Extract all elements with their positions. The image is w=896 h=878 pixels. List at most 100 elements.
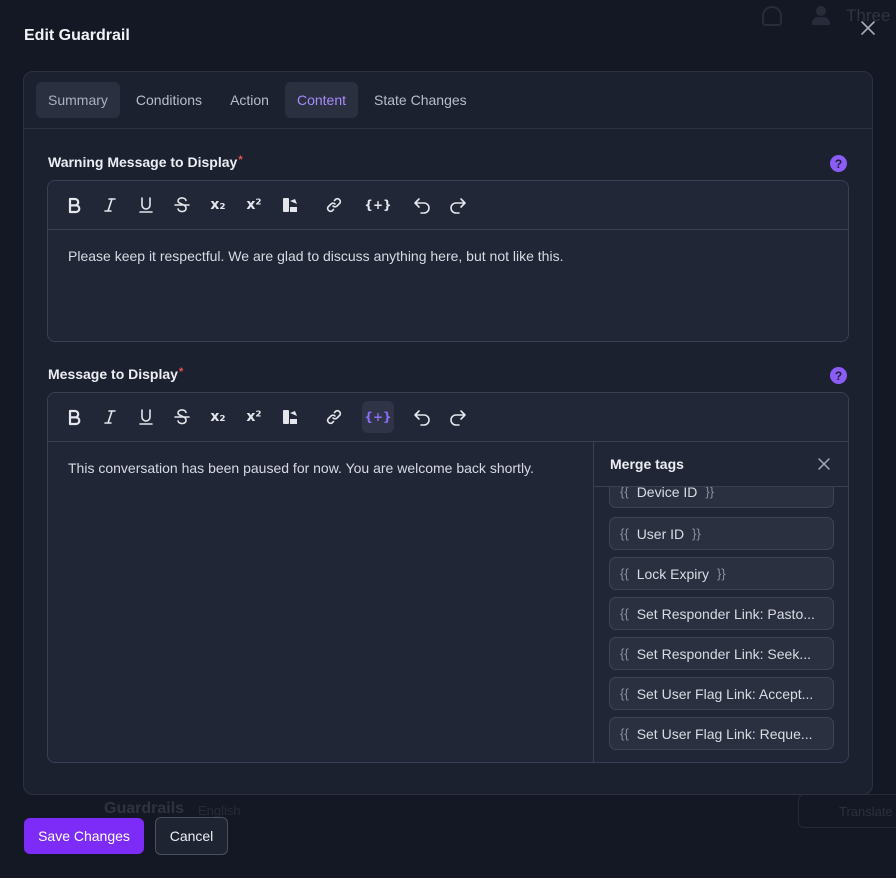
- merge-tag-name: Set Responder Link: Seek...: [636, 645, 812, 662]
- tab-conditions[interactable]: Conditions: [124, 82, 214, 118]
- message-content[interactable]: This conversation has been paused for no…: [48, 442, 593, 495]
- close-icon: [861, 21, 875, 35]
- cancel-button[interactable]: Cancel: [155, 817, 228, 855]
- subscript-button[interactable]: x₂: [202, 401, 234, 433]
- paint-color-icon: [283, 198, 297, 212]
- merge-tag-name: Set User Flag Link: Reque...: [636, 725, 813, 742]
- users-icon: [812, 6, 834, 26]
- merge-tag-name: Lock Expiry: [636, 565, 710, 582]
- tab-bar: Summary Conditions Action Content State …: [36, 82, 479, 118]
- message-editor: x₂ x² {+} This conversation has been pau…: [47, 392, 849, 763]
- redo-button[interactable]: [442, 189, 474, 221]
- highlight-color-button[interactable]: [274, 401, 306, 433]
- strikethrough-icon: [174, 197, 190, 213]
- merge-tag-item[interactable]: {{ Set User Flag Link: Accept...: [609, 677, 834, 710]
- tab-divider: [24, 128, 872, 129]
- background-section-title: Guardrails: [104, 800, 185, 817]
- required-mark: *: [178, 366, 184, 378]
- background-language: English: [198, 803, 241, 818]
- link-icon: [326, 197, 342, 213]
- merge-tags-list: {{ Device ID}} {{ User ID}} {{ Lock Expiry}…: [609, 487, 835, 757]
- italic-icon: [104, 410, 116, 424]
- help-icon[interactable]: ?: [830, 367, 847, 384]
- bold-button[interactable]: [58, 401, 90, 433]
- paint-color-icon: [283, 410, 297, 424]
- merge-tag-item[interactable]: {{ User ID}}: [609, 517, 834, 550]
- merge-tag-item[interactable]: {{ Set User Flag Link: Reque...: [609, 717, 834, 750]
- tab-action[interactable]: Action: [218, 82, 281, 118]
- open-brace: {{: [620, 526, 629, 541]
- open-brace: {{: [620, 646, 629, 661]
- warning-message-label-text: Warning Message to Display: [48, 154, 238, 170]
- warning-message-editor: x₂ x² {+} Please keep it respectful. We …: [47, 180, 849, 342]
- undo-icon: [414, 198, 430, 214]
- open-brace: {{: [620, 606, 629, 621]
- merge-tags-title: Merge tags: [610, 456, 684, 472]
- close-brace: }}: [717, 566, 726, 581]
- strikethrough-button[interactable]: [166, 189, 198, 221]
- open-brace: {{: [620, 566, 629, 581]
- bold-icon: [68, 197, 81, 214]
- merge-tag-name: Set User Flag Link: Accept...: [636, 685, 814, 702]
- italic-button[interactable]: [94, 401, 126, 433]
- notification-bell-icon: [762, 6, 782, 26]
- undo-button[interactable]: [406, 189, 438, 221]
- merge-tag-item[interactable]: {{ Device ID}}: [609, 487, 834, 508]
- message-editor-toolbar: x₂ x² {+}: [48, 393, 848, 442]
- underline-icon: [139, 197, 153, 213]
- redo-icon: [450, 410, 466, 426]
- save-changes-button[interactable]: Save Changes: [24, 818, 144, 854]
- highlight-color-button[interactable]: [274, 189, 306, 221]
- link-button[interactable]: [318, 401, 350, 433]
- merge-tag-name: Set Responder Link: Pasto...: [636, 605, 815, 622]
- open-brace: {{: [620, 487, 629, 499]
- italic-icon: [104, 198, 116, 212]
- merge-tags-header: Merge tags: [594, 442, 848, 487]
- warning-editor-toolbar: x₂ x² {+}: [48, 181, 848, 230]
- strikethrough-icon: [174, 409, 190, 425]
- merge-tag-item[interactable]: {{ Set Responder Link: Pasto...: [609, 597, 834, 630]
- warning-message-content[interactable]: Please keep it respectful. We are glad t…: [48, 230, 848, 283]
- bold-button[interactable]: [58, 189, 90, 221]
- warning-message-label: Warning Message to Display*: [48, 154, 243, 170]
- italic-button[interactable]: [94, 189, 126, 221]
- superscript-button[interactable]: x²: [238, 401, 270, 433]
- required-mark: *: [238, 154, 243, 166]
- message-label-text: Message to Display: [48, 366, 178, 382]
- open-brace: {{: [620, 686, 629, 701]
- merge-tags-panel: Merge tags {{ Device ID}} {{ User ID}} {{ L…: [593, 442, 848, 762]
- open-brace: {{: [620, 726, 629, 741]
- tab-content[interactable]: Content: [284, 82, 359, 118]
- merge-tag-name: User ID: [636, 525, 685, 542]
- subscript-button[interactable]: x₂: [202, 189, 234, 221]
- underline-button[interactable]: [130, 189, 162, 221]
- merge-tag-item[interactable]: {{ Set Responder Link: Seek...: [609, 637, 834, 670]
- message-label: Message to Display*: [48, 366, 183, 382]
- tab-state-changes[interactable]: State Changes: [362, 82, 479, 118]
- redo-icon: [450, 198, 466, 214]
- undo-icon: [414, 410, 430, 426]
- link-button[interactable]: [318, 189, 350, 221]
- close-modal-button[interactable]: [856, 16, 880, 40]
- close-brace: }}: [705, 487, 715, 499]
- help-icon[interactable]: ?: [830, 155, 847, 172]
- undo-button[interactable]: [406, 401, 438, 433]
- close-icon: [818, 458, 830, 470]
- redo-button[interactable]: [442, 401, 474, 433]
- tab-summary[interactable]: Summary: [36, 82, 120, 118]
- modal-title: Edit Guardrail: [24, 27, 130, 44]
- merge-tag-name: Device ID: [636, 487, 698, 500]
- strikethrough-button[interactable]: [166, 401, 198, 433]
- merge-tags-close-button[interactable]: [817, 457, 831, 471]
- background-translate-button: Translate: [798, 794, 896, 828]
- underline-button[interactable]: [130, 401, 162, 433]
- superscript-button[interactable]: x²: [238, 189, 270, 221]
- edit-guardrail-panel: Summary Conditions Action Content State …: [23, 71, 873, 795]
- bold-icon: [68, 409, 81, 426]
- merge-tag-button[interactable]: {+}: [362, 189, 394, 221]
- merge-tag-button[interactable]: {+}: [362, 401, 394, 433]
- close-brace: }}: [692, 526, 701, 541]
- link-icon: [326, 409, 342, 425]
- underline-icon: [139, 409, 153, 425]
- merge-tag-item[interactable]: {{ Lock Expiry}}: [609, 557, 834, 590]
